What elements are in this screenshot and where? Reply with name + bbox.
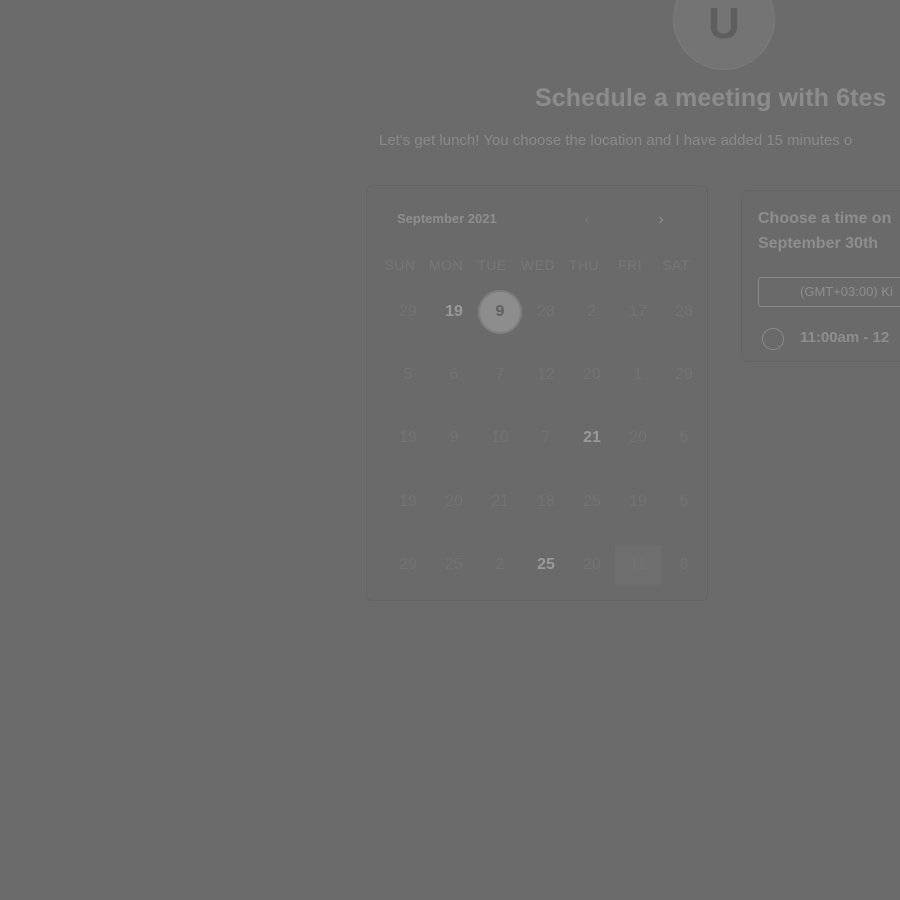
calendar-day[interactable]: 19 [431,292,477,332]
calendar-panel: September 2021 ‹ › SUN MON TUE WED THU F… [366,185,708,601]
calendar-day: 8 [679,556,689,573]
weekday-sat: SAT [662,257,690,273]
calendar-day: 29 [675,366,693,383]
calendar-day-label: 9 [495,303,505,320]
calendar-month-label: September 2021 [397,211,497,226]
time-picker-heading-line1: Choose a time on [758,210,892,227]
calendar-day: 28 [537,303,555,320]
weekday-mon: MON [428,257,464,273]
timezone-select[interactable]: (GMT+03:00) Ki [758,277,900,307]
calendar-day: 28 [675,303,693,320]
calendar-day[interactable]: 25 [523,545,569,585]
time-picker-heading: Choose a time on September 30th [758,206,900,256]
radio-icon[interactable] [762,328,784,350]
calendar-day: 20 [445,493,463,510]
calendar-day: 5 [403,366,413,383]
calendar-day: 5 [679,493,689,510]
scheduling-page: U Schedule a meeting with 6tes Let's get… [0,0,900,900]
calendar-day[interactable]: 21 [569,418,615,458]
calendar-day: 7 [541,429,551,446]
calendar-day: 6 [449,366,459,383]
weekday-sun: SUN [384,257,416,273]
calendar-day: 17 [629,303,647,320]
calendar-day: 25 [445,556,463,573]
calendar-day: 25 [583,493,601,510]
calendar-day: 29 [399,556,417,573]
weekday-thu: THU [568,257,600,273]
calendar-day: 9 [449,429,459,446]
calendar-day: 19 [399,429,417,446]
time-picker-heading-line2: September 30th [758,235,879,252]
weekday-tue: TUE [477,257,507,273]
time-picker-panel: Choose a time on September 30th (GMT+03:… [741,190,900,362]
calendar-day: 18 [537,493,555,510]
page-title: Schedule a meeting with 6tes [535,84,887,112]
calendar-day: 12 [537,366,555,383]
chevron-right-icon[interactable]: › [649,208,673,232]
calendar-day: 20 [583,366,601,383]
avatar-initial: U [708,0,740,48]
calendar-day: 19 [629,493,647,510]
calendar-day: 21 [491,493,509,510]
calendar-day: 1 [633,366,643,383]
calendar-day: 20 [583,556,601,573]
calendar-day: 10 [491,429,509,446]
page-subtitle: Let's get lunch! You choose the location… [379,132,853,149]
calendar-day: 2 [495,556,505,573]
calendar-day: 20 [629,429,647,446]
calendar-day: 29 [399,303,417,320]
weekday-wed: WED [520,257,556,273]
calendar-day: 19 [399,493,417,510]
calendar-day: 5 [679,429,689,446]
weekday-fri: FRI [617,257,643,273]
chevron-left-icon[interactable]: ‹ [575,208,599,232]
calendar-day-selected[interactable]: 9 [477,292,523,332]
time-slot-label: 11:00am - 12 [800,329,890,346]
calendar-day[interactable]: 11 [615,545,661,585]
calendar-day: 7 [495,366,505,383]
calendar-day: 2 [587,303,597,320]
host-avatar: U [673,0,775,70]
